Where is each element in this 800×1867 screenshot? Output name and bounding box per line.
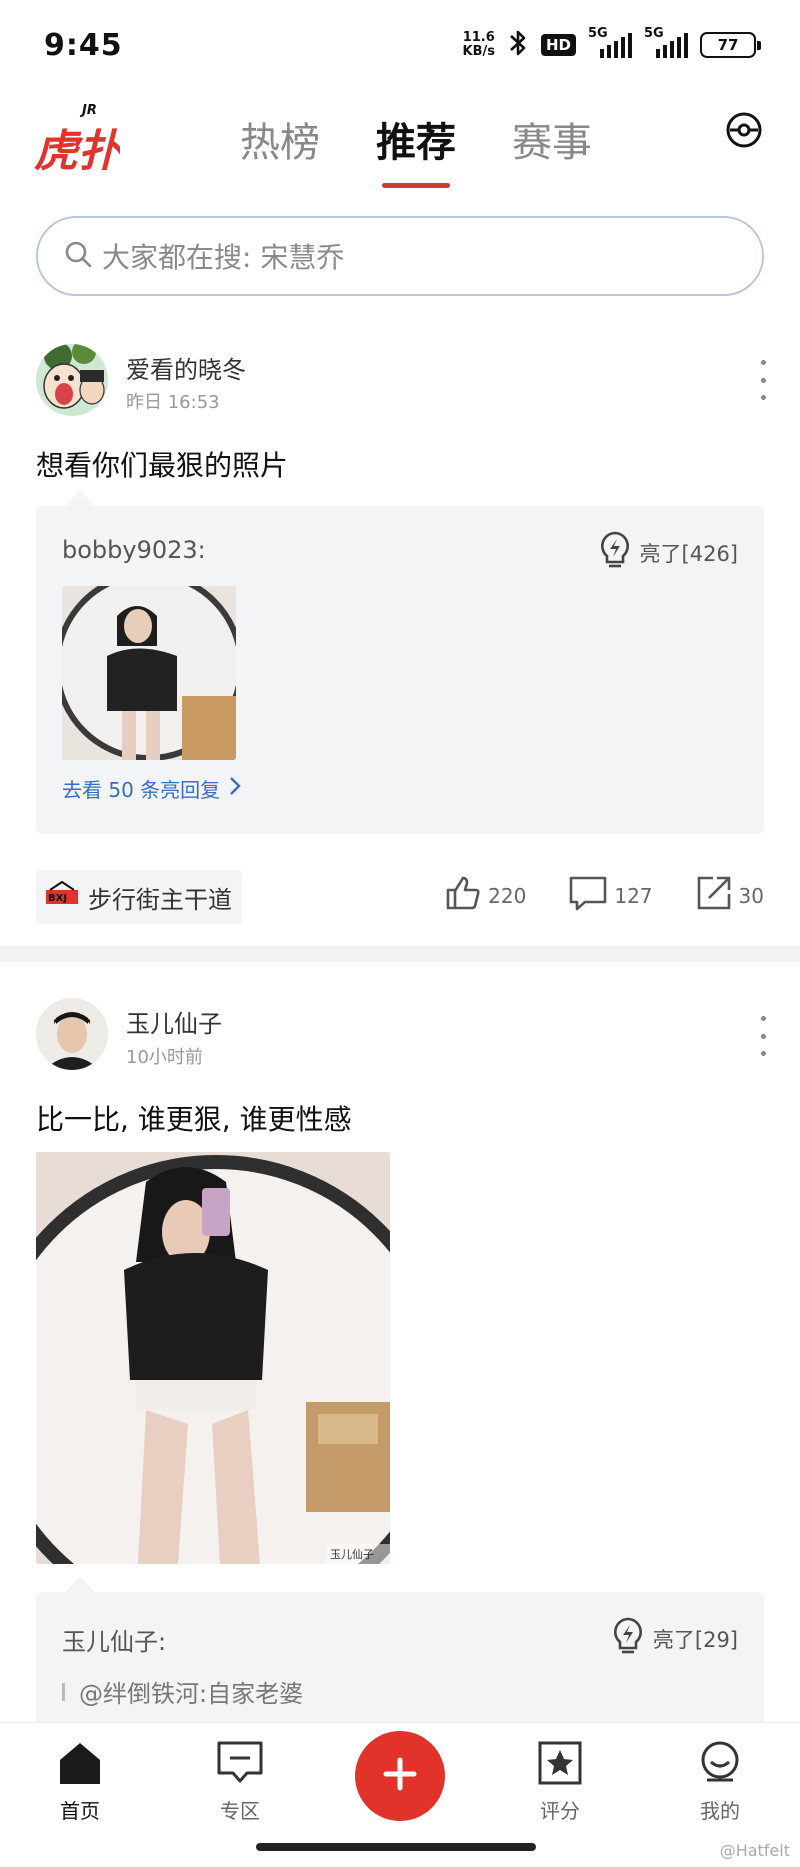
- forum-icon: BXJ: [44, 880, 80, 914]
- post-author[interactable]: 爱看的晓冬: [126, 350, 246, 385]
- reply-image[interactable]: [62, 586, 236, 760]
- share-icon: [695, 874, 733, 917]
- like-button[interactable]: 220: [444, 874, 526, 917]
- post-image[interactable]: 玉儿仙子: [36, 1152, 390, 1564]
- status-time: 9:45: [44, 28, 123, 63]
- see-more-replies-link[interactable]: 去看 50 条亮回复: [62, 774, 242, 803]
- plus-icon: [380, 1754, 420, 1798]
- see-more-label: 去看 50 条亮回复: [62, 778, 221, 802]
- nav-rating[interactable]: 评分: [510, 1737, 610, 1824]
- nav-home-label: 首页: [60, 1799, 100, 1823]
- status-bar: 9:45 11.6 KB/s HD 5G 5G 77: [0, 0, 800, 92]
- network-speed: 11.6 KB/s: [463, 31, 495, 59]
- comment-count: 127: [614, 883, 653, 908]
- post-title[interactable]: 比一比, 谁更狠, 谁更性感: [36, 1098, 352, 1138]
- create-post-button[interactable]: [355, 1731, 445, 1821]
- nav-profile[interactable]: 我的: [670, 1737, 770, 1824]
- search-placeholder: 大家都在搜: 宋慧乔: [102, 241, 345, 274]
- nav-profile-label: 我的: [700, 1799, 740, 1823]
- svg-text:BXJ: BXJ: [48, 893, 67, 904]
- more-options-icon[interactable]: [756, 360, 770, 400]
- avatar[interactable]: [36, 998, 108, 1070]
- battery-level: 77: [717, 36, 739, 54]
- quote-bar: [62, 1682, 65, 1701]
- hupu-logo[interactable]: JR 虎扑: [34, 98, 125, 177]
- home-indicator[interactable]: [256, 1843, 536, 1851]
- nav-rating-label: 评分: [540, 1799, 580, 1823]
- post-title[interactable]: 想看你们最狠的照片: [36, 444, 288, 484]
- chevron-right-icon: [228, 775, 242, 802]
- logo-badge: JR: [79, 103, 97, 118]
- thumbs-up-icon: [444, 874, 482, 917]
- post-actions: 220 127 30: [444, 874, 764, 917]
- bottom-navigation: 首页 专区 评分 我的 @Hatfelt: [0, 1722, 800, 1867]
- top-reply-card[interactable]: bobby9023: 亮了[426] 去看 50 条亮回复: [36, 490, 764, 834]
- top-tabs: 热榜 推荐 赛事: [240, 110, 592, 188]
- photo-watermark: 玉儿仙子: [330, 1548, 374, 1561]
- light-count-label: 亮了[426]: [639, 541, 738, 566]
- hd-badge: HD: [540, 34, 576, 56]
- like-count: 220: [488, 883, 527, 908]
- tab-recommend[interactable]: 推荐: [376, 110, 456, 188]
- tab-events[interactable]: 赛事: [512, 110, 592, 188]
- comment-icon: [568, 875, 608, 916]
- rating-icon: [510, 1737, 610, 1789]
- search-icon: [64, 240, 92, 272]
- more-options-icon[interactable]: [756, 1016, 770, 1056]
- tab-hot[interactable]: 热榜: [240, 110, 320, 188]
- lightbulb-icon: [611, 1616, 645, 1661]
- reply-author: bobby9023:: [62, 536, 206, 564]
- logo-text: 虎扑: [34, 126, 120, 174]
- scan-icon[interactable]: [724, 110, 764, 150]
- watermark: @Hatfelt: [719, 1841, 790, 1860]
- post-divider: [0, 946, 800, 962]
- comment-button[interactable]: 127: [568, 875, 653, 916]
- status-icons: 11.6 KB/s HD 5G 5G 77: [463, 26, 761, 62]
- app-header: JR 虎扑 热榜 推荐 赛事: [0, 92, 800, 188]
- light-count[interactable]: 亮了[29]: [611, 1616, 738, 1661]
- nav-zone-label: 专区: [220, 1799, 260, 1823]
- search-bar[interactable]: 大家都在搜: 宋慧乔: [36, 216, 764, 296]
- share-button[interactable]: 30: [695, 874, 764, 917]
- post-time: 10小时前: [126, 1047, 203, 1068]
- network-speed-unit: KB/s: [462, 44, 495, 59]
- post-time: 昨日 16:53: [126, 392, 220, 413]
- quoted-text: @绊倒铁河:自家老婆: [79, 1680, 304, 1708]
- signal-icon-2: 5G: [644, 26, 688, 58]
- share-count: 30: [738, 883, 764, 908]
- zone-icon: [190, 1737, 290, 1789]
- light-count-label: 亮了[29]: [652, 1627, 738, 1652]
- forum-name: 步行街主干道: [88, 885, 232, 914]
- light-count[interactable]: 亮了[426]: [598, 530, 738, 575]
- bluetooth-icon: [507, 28, 529, 62]
- signal-icon: 5G: [588, 26, 632, 58]
- home-icon: [30, 1737, 130, 1789]
- forum-tag[interactable]: BXJ 步行街主干道: [36, 870, 242, 924]
- reply-author: 玉儿仙子:: [62, 1628, 167, 1656]
- network-speed-value: 11.6: [462, 30, 495, 45]
- top-reply-card[interactable]: 玉儿仙子: 亮了[29] @绊倒铁河:自家老婆: [36, 1576, 764, 1722]
- signal-label: 5G: [588, 26, 608, 41]
- post-author[interactable]: 玉儿仙子: [126, 1004, 222, 1039]
- signal-label-2: 5G: [644, 26, 664, 41]
- nav-home[interactable]: 首页: [30, 1737, 130, 1824]
- quoted-reply: @绊倒铁河:自家老婆: [62, 1674, 303, 1709]
- nav-zone[interactable]: 专区: [190, 1737, 290, 1824]
- lightbulb-icon: [598, 530, 632, 575]
- avatar[interactable]: [36, 344, 108, 416]
- battery-icon: 77: [700, 32, 761, 58]
- profile-icon: [670, 1737, 770, 1789]
